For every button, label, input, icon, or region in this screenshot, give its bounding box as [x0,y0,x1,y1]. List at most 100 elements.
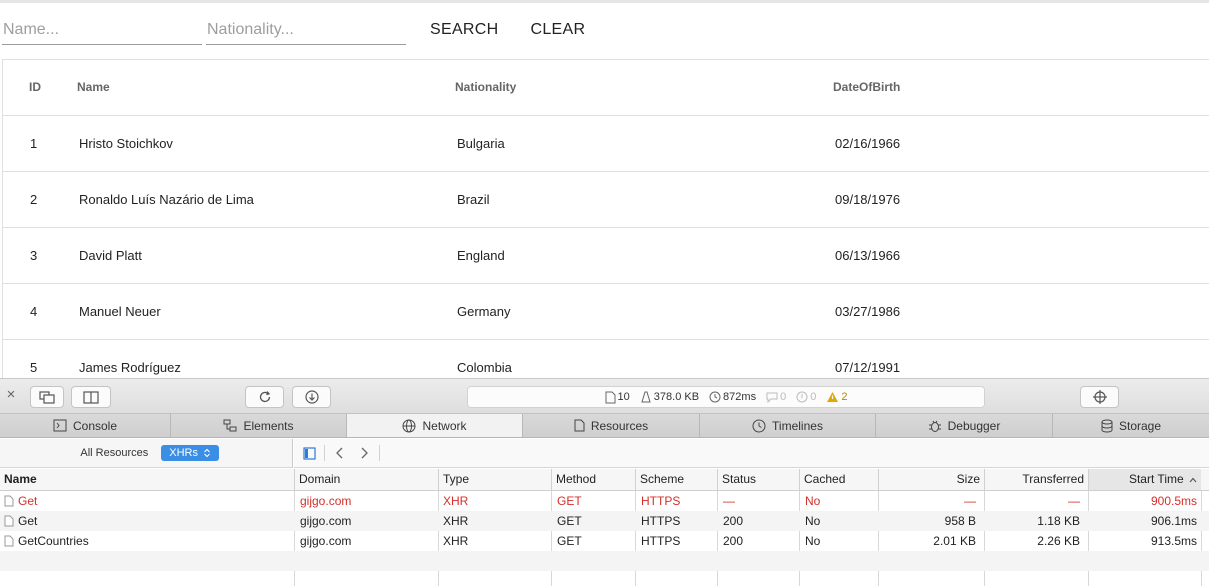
players-grid: ID Name Nationality DateOfBirth 1 Hristo… [2,59,1209,378]
resource-scope-bar: All Resources XHRs [0,439,293,468]
log-count-value: 0 [780,391,787,403]
undock-button[interactable] [30,386,64,408]
type-filter-select[interactable]: XHRs [161,445,219,461]
bug-icon [928,420,941,432]
resource-count[interactable]: 10 [605,391,630,404]
request-type: XHR [443,534,469,548]
column-name[interactable]: Name [0,469,294,490]
column-start-time[interactable]: Start Time [1088,469,1201,490]
tab-resources[interactable]: Resources [523,414,700,437]
inspect-element-button[interactable] [1080,386,1119,408]
header-id[interactable]: ID [29,60,41,116]
tab-console[interactable]: Console [0,414,171,437]
cell-name: Ronaldo Luís Nazário de Lima [79,192,254,207]
column-scheme[interactable]: Scheme [635,469,717,490]
inspector-tabs: Console Elements Network Resources Timel… [0,414,1209,438]
column-size[interactable]: Size [878,469,984,490]
cell-id: 2 [30,192,38,207]
tab-debugger[interactable]: Debugger [876,414,1053,437]
all-resources-label[interactable]: All Resources [80,447,148,459]
header-nationality[interactable]: Nationality [455,60,516,116]
dock-side-button[interactable] [71,386,111,408]
column-domain[interactable]: Domain [294,469,438,490]
tab-timelines[interactable]: Timelines [700,414,876,437]
page: SEARCH CLEAR ID Name Nationality DateOfB… [0,0,1209,586]
request-method: GET [557,534,582,548]
reload-icon [259,391,270,403]
cell-id: 3 [30,248,38,263]
cell-dob: 06/13/1966 [835,248,901,263]
reload-button[interactable] [245,386,284,408]
error-count[interactable]: 0 [796,391,816,403]
tab-elements[interactable]: Elements [171,414,347,437]
column-transferred[interactable]: Transferred [984,469,1088,490]
file-icon [4,495,14,507]
request-scheme: HTTPS [641,534,681,548]
nav-divider [324,445,325,461]
column-cached[interactable]: Cached [799,469,878,490]
request-name-text: Get [18,514,38,528]
web-inspector: × 10 378.0 KB 872ms 0 0 2 Console Elemen… [0,378,1209,586]
activity-viewer: 10 378.0 KB 872ms 0 0 2 [467,386,985,408]
name-search-input[interactable] [2,15,202,45]
chevron-right-icon [361,447,368,459]
table-row[interactable]: GetCountries gijgo.com XHR GET HTTPS 200… [0,531,1209,551]
tab-console-label: Console [72,418,118,433]
log-count[interactable]: 0 [766,391,786,403]
table-row[interactable]: 1 Hristo Stoichkov Bulgaria 02/16/1966 [3,116,1209,172]
request-name: GetCountries [0,531,294,551]
header-name[interactable]: Name [77,60,110,116]
header-dob[interactable]: DateOfBirth [833,60,900,116]
tab-storage-label: Storage [1118,418,1162,433]
console-icon [53,419,67,432]
request-domain: gijgo.com [300,494,352,508]
download-button[interactable] [292,386,331,408]
request-name: Get [0,511,294,531]
request-transferred: — [1068,494,1080,508]
chevron-updown-icon [204,448,210,458]
resource-size[interactable]: 378.0 KB [640,391,699,403]
cell-dob: 07/12/1991 [835,360,901,375]
close-icon[interactable]: × [4,387,18,402]
back-button[interactable] [331,444,349,462]
warning-count[interactable]: 2 [826,391,847,403]
toggle-sidebar-button[interactable] [300,444,318,462]
request-type: XHR [443,494,469,508]
request-method: GET [557,514,582,528]
request-transferred: 1.18 KB [1037,514,1080,528]
cell-name: Hristo Stoichkov [79,136,173,151]
tab-network[interactable]: Network [347,414,523,437]
request-name-text: Get [18,494,38,508]
request-size: 2.01 KB [933,534,976,548]
cell-name: James Rodríguez [79,360,181,375]
table-row[interactable]: Get gijgo.com XHR GET HTTPS — No — — 900… [0,491,1209,511]
request-start-time: 913.5ms [1150,534,1197,548]
cell-nationality: Germany [457,304,511,319]
nationality-search-input[interactable] [206,15,406,45]
forward-button[interactable] [355,444,373,462]
table-row[interactable]: Get gijgo.com XHR GET HTTPS 200 No 958 B… [0,511,1209,531]
download-icon [304,390,319,404]
table-row[interactable]: 3 David Platt England 06/13/1966 [3,228,1209,284]
clear-button[interactable]: CLEAR [520,14,595,46]
search-button[interactable]: SEARCH [420,14,508,46]
cell-name: David Platt [79,248,142,263]
warning-count-value: 2 [841,391,848,403]
column-type[interactable]: Type [438,469,551,490]
table-row[interactable]: 2 Ronaldo Luís Nazário de Lima Brazil 09… [3,172,1209,228]
load-time[interactable]: 872ms [709,391,756,403]
cell-name: Manuel Neuer [79,304,161,319]
error-icon [796,391,808,403]
column-status[interactable]: Status [717,469,799,490]
timelines-icon [752,419,766,432]
tab-storage[interactable]: Storage [1053,414,1209,437]
column-start-time-label: Start Time [1128,472,1184,486]
table-row[interactable]: 4 Manuel Neuer Germany 03/27/1986 [3,284,1209,340]
sidebar-icon [302,446,316,460]
request-type: XHR [443,514,469,528]
cell-dob: 09/18/1976 [835,192,901,207]
request-status: — [723,494,735,508]
column-method[interactable]: Method [551,469,635,490]
search-bar: SEARCH CLEAR [2,14,595,46]
table-row[interactable]: 5 James Rodríguez Colombia 07/12/1991 [3,340,1209,378]
